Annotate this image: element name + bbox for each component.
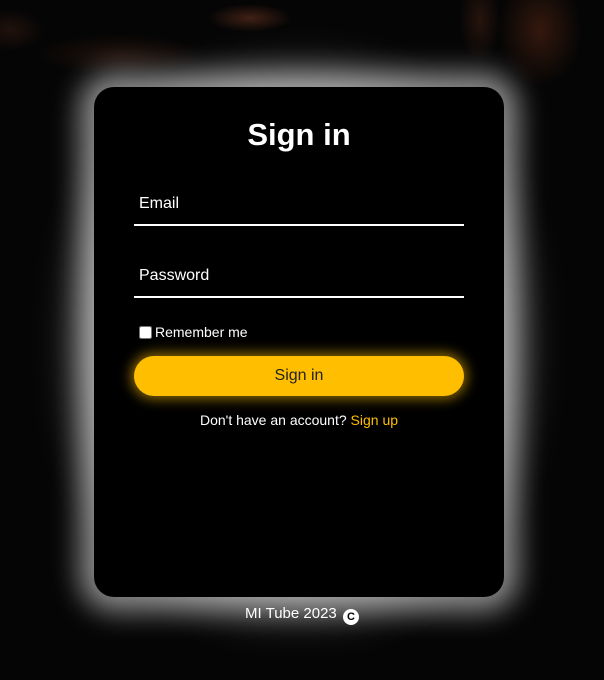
password-field-wrapper	[134, 256, 464, 298]
page-title: Sign in	[247, 117, 351, 152]
signup-prompt: Don't have an account? Sign up	[94, 412, 504, 428]
footer: MI Tube 2023 C	[0, 605, 604, 625]
remember-me-label: Remember me	[155, 324, 248, 340]
sign-up-link[interactable]: Sign up	[351, 412, 398, 428]
sign-in-button[interactable]: Sign in	[134, 356, 464, 396]
remember-me-checkbox[interactable]	[139, 325, 152, 339]
email-field[interactable]	[134, 184, 464, 224]
login-card: Sign in Remember me Sign in Don't have a…	[94, 87, 504, 597]
footer-text: MI Tube 2023	[245, 605, 337, 622]
copyright-icon: C	[342, 609, 359, 625]
signup-prompt-text: Don't have an account?	[199, 412, 351, 428]
email-field-wrapper	[134, 184, 464, 226]
remember-me[interactable]: Remember me	[139, 324, 248, 340]
password-field[interactable]	[134, 256, 464, 296]
